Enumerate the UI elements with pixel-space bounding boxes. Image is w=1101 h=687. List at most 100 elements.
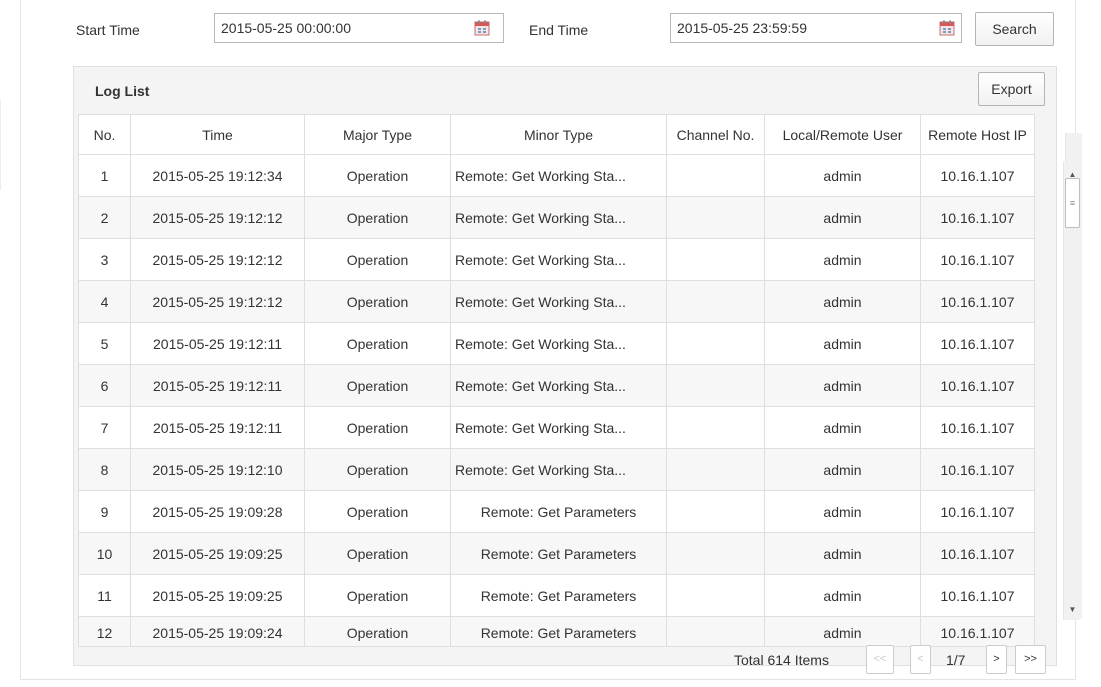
cell-time: 2015-05-25 19:12:11 bbox=[130, 364, 305, 407]
cell-user: admin bbox=[764, 616, 921, 647]
cell-user: admin bbox=[764, 196, 921, 239]
cell-no: 6 bbox=[78, 364, 131, 407]
cell-remote-ip: 10.16.1.107 bbox=[920, 574, 1035, 617]
left-edge-mark bbox=[0, 100, 6, 190]
calendar-icon[interactable] bbox=[474, 20, 490, 36]
column-header-minor-type[interactable]: Minor Type bbox=[450, 114, 667, 155]
cell-major-type: Operation bbox=[304, 574, 451, 617]
cell-channel-no bbox=[666, 406, 765, 449]
search-button[interactable]: Search bbox=[975, 12, 1054, 46]
table-row[interactable]: 8 2015-05-25 19:12:10 Operation Remote: Get… bbox=[78, 448, 1035, 491]
table-row[interactable]: 7 2015-05-25 19:12:11 Operation Remote: Get… bbox=[78, 406, 1035, 449]
cell-remote-ip: 10.16.1.107 bbox=[920, 532, 1035, 575]
total-items-text: Total 614 Items bbox=[734, 652, 829, 668]
cell-user: admin bbox=[764, 448, 921, 491]
cell-user: admin bbox=[764, 574, 921, 617]
cell-channel-no bbox=[666, 196, 765, 239]
scroll-thumb[interactable]: ≡ bbox=[1065, 178, 1080, 228]
cell-user: admin bbox=[764, 280, 921, 323]
cell-user: admin bbox=[764, 322, 921, 365]
cell-user: admin bbox=[764, 406, 921, 449]
cell-channel-no bbox=[666, 280, 765, 323]
cell-no: 4 bbox=[78, 280, 131, 323]
cell-time: 2015-05-25 19:09:28 bbox=[130, 490, 305, 533]
start-time-value: 2015-05-25 00:00:00 bbox=[221, 20, 351, 36]
table-row[interactable]: 12 2015-05-25 19:09:24 Operation Remote: Ge… bbox=[78, 616, 1035, 647]
cell-channel-no bbox=[666, 364, 765, 407]
next-page-button[interactable]: > bbox=[986, 645, 1007, 674]
cell-minor-type: Remote: Get Parameters bbox=[450, 490, 667, 533]
cell-channel-no bbox=[666, 238, 765, 281]
cell-major-type: Operation bbox=[304, 490, 451, 533]
table-row[interactable]: 5 2015-05-25 19:12:11 Operation Remote: Get… bbox=[78, 322, 1035, 365]
table-scrollbar-track[interactable]: ▲ ≡ ▼ bbox=[1063, 162, 1080, 620]
cell-remote-ip: 10.16.1.107 bbox=[920, 154, 1035, 197]
cell-minor-type: Remote: Get Working Sta... bbox=[450, 322, 667, 365]
table-row[interactable]: 6 2015-05-25 19:12:11 Operation Remote: Get… bbox=[78, 364, 1035, 407]
scroll-down-arrow-icon[interactable]: ▼ bbox=[1064, 601, 1081, 618]
table-row[interactable]: 3 2015-05-25 19:12:12 Operation Remote: Get… bbox=[78, 238, 1035, 281]
log-list-title: Log List bbox=[95, 83, 150, 99]
table-row[interactable]: 9 2015-05-25 19:09:28 Operation Remote: Get… bbox=[78, 490, 1035, 533]
export-button[interactable]: Export bbox=[978, 72, 1045, 106]
column-header-major-type[interactable]: Major Type bbox=[304, 114, 451, 155]
cell-minor-type: Remote: Get Working Sta... bbox=[450, 154, 667, 197]
cell-major-type: Operation bbox=[304, 154, 451, 197]
cell-remote-ip: 10.16.1.107 bbox=[920, 196, 1035, 239]
table-row[interactable]: 2 2015-05-25 19:12:12 Operation Remote: Get… bbox=[78, 196, 1035, 239]
table-row[interactable]: 1 2015-05-25 19:12:34 Operation Remote: Get… bbox=[78, 154, 1035, 197]
cell-no: 10 bbox=[78, 532, 131, 575]
cell-remote-ip: 10.16.1.107 bbox=[920, 364, 1035, 407]
cell-remote-ip: 10.16.1.107 bbox=[920, 616, 1035, 647]
cell-no: 9 bbox=[78, 490, 131, 533]
cell-remote-ip: 10.16.1.107 bbox=[920, 238, 1035, 281]
column-header-remote-ip[interactable]: Remote Host IP bbox=[920, 114, 1035, 155]
cell-no: 8 bbox=[78, 448, 131, 491]
cell-time: 2015-05-25 19:09:25 bbox=[130, 574, 305, 617]
column-header-time[interactable]: Time bbox=[130, 114, 305, 155]
cell-remote-ip: 10.16.1.107 bbox=[920, 490, 1035, 533]
cell-no: 11 bbox=[78, 574, 131, 617]
cell-user: admin bbox=[764, 532, 921, 575]
cell-user: admin bbox=[764, 490, 921, 533]
cell-major-type: Operation bbox=[304, 280, 451, 323]
cell-no: 12 bbox=[78, 616, 131, 647]
cell-time: 2015-05-25 19:12:11 bbox=[130, 406, 305, 449]
column-header-channel-no[interactable]: Channel No. bbox=[666, 114, 765, 155]
cell-no: 2 bbox=[78, 196, 131, 239]
column-header-user[interactable]: Local/Remote User bbox=[764, 114, 921, 155]
cell-remote-ip: 10.16.1.107 bbox=[920, 322, 1035, 365]
cell-remote-ip: 10.16.1.107 bbox=[920, 448, 1035, 491]
page-indicator: 1/7 bbox=[946, 652, 966, 668]
cell-channel-no bbox=[666, 154, 765, 197]
cell-minor-type: Remote: Get Parameters bbox=[450, 532, 667, 575]
start-time-label: Start Time bbox=[76, 22, 140, 38]
cell-channel-no bbox=[666, 616, 765, 647]
cell-minor-type: Remote: Get Working Sta... bbox=[450, 280, 667, 323]
first-page-button[interactable]: << bbox=[866, 645, 894, 674]
cell-major-type: Operation bbox=[304, 322, 451, 365]
column-header-no[interactable]: No. bbox=[78, 114, 131, 155]
calendar-icon[interactable] bbox=[939, 20, 955, 36]
end-time-value: 2015-05-25 23:59:59 bbox=[677, 20, 807, 36]
start-time-field[interactable]: 2015-05-25 00:00:00 bbox=[214, 13, 504, 43]
table-row[interactable]: 4 2015-05-25 19:12:12 Operation Remote: Get… bbox=[78, 280, 1035, 323]
table-row[interactable]: 11 2015-05-25 19:09:25 Operation Remote: Ge… bbox=[78, 574, 1035, 617]
last-page-button[interactable]: >> bbox=[1015, 645, 1046, 674]
cell-channel-no bbox=[666, 574, 765, 617]
cell-no: 1 bbox=[78, 154, 131, 197]
log-list-panel: Log List Export No. Time Major Type Mino… bbox=[73, 66, 1082, 666]
cell-user: admin bbox=[764, 154, 921, 197]
cell-major-type: Operation bbox=[304, 448, 451, 491]
cell-minor-type: Remote: Get Working Sta... bbox=[450, 448, 667, 491]
table-row[interactable]: 10 2015-05-25 19:09:25 Operation Remote: Ge… bbox=[78, 532, 1035, 575]
cell-major-type: Operation bbox=[304, 406, 451, 449]
cell-minor-type: Remote: Get Working Sta... bbox=[450, 406, 667, 449]
cell-channel-no bbox=[666, 532, 765, 575]
prev-page-button[interactable]: < bbox=[910, 645, 931, 674]
cell-channel-no bbox=[666, 322, 765, 365]
cell-time: 2015-05-25 19:12:12 bbox=[130, 280, 305, 323]
table-header-row: No. Time Major Type Minor Type Channel N… bbox=[78, 114, 1035, 155]
end-time-field[interactable]: 2015-05-25 23:59:59 bbox=[670, 13, 962, 43]
cell-major-type: Operation bbox=[304, 196, 451, 239]
